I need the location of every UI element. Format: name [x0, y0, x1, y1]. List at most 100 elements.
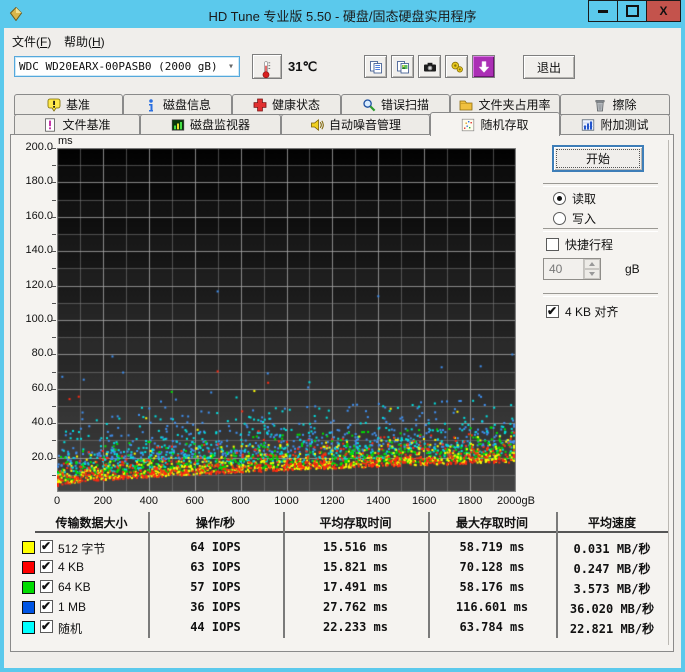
thermometer-icon	[260, 60, 274, 78]
avg-time-cell: 27.762 ms	[322, 600, 389, 614]
align-checkbox-label: 4 KB 对齐	[565, 305, 619, 319]
folder-icon	[459, 98, 473, 112]
drive-select-value: WDC WD20EARX-00PASB0 (2000 gB)	[19, 60, 218, 73]
exit-button[interactable]: 退出	[523, 55, 575, 79]
short-stroke-checkbox-box	[546, 238, 559, 251]
tab-extra-tests[interactable]: 附加测试	[560, 114, 670, 135]
y-axis-unit-label: ms	[58, 135, 73, 147]
tab-disk-monitor[interactable]: 磁盘监视器	[140, 114, 281, 135]
align-checkbox-box	[546, 304, 559, 318]
iops-cell: 63 IOPS	[190, 560, 241, 574]
max-time-cell: 63.784 ms	[459, 620, 525, 634]
tab-random-access[interactable]: 随机存取	[430, 112, 560, 136]
trash-icon	[593, 98, 607, 112]
start-button[interactable]: 开始	[552, 145, 644, 172]
tab-label: 磁盘信息	[162, 98, 211, 112]
copy-text-icon	[369, 60, 383, 74]
short-stroke-size-field	[543, 258, 601, 280]
temperature-button[interactable]	[252, 54, 282, 79]
avg-time-cell: 17.491 ms	[322, 580, 389, 594]
tab-erase[interactable]: 擦除	[560, 94, 670, 115]
legend-swatch	[22, 621, 35, 634]
screenshot-button[interactable]	[418, 55, 441, 78]
header-underline	[35, 531, 668, 533]
info-icon	[144, 98, 158, 112]
menu-file[interactable]: 文件(F)	[8, 31, 55, 52]
copy-text-button[interactable]	[364, 55, 387, 78]
align-checkbox[interactable]: 4 KB 对齐	[546, 303, 618, 320]
iops-cell: 64 IOPS	[190, 540, 241, 554]
tab-disk-info[interactable]: 磁盘信息	[123, 94, 232, 115]
window-title: HD Tune 专业版 5.50 - 硬盘/固态硬盘实用程序	[208, 9, 477, 24]
maximize-button[interactable]	[617, 0, 647, 22]
short-stroke-size-input[interactable]	[544, 259, 583, 279]
speed-cell: 0.031 MB/秒	[573, 542, 651, 556]
column-header: 传输数据大小	[55, 516, 128, 530]
copy-image-icon	[396, 60, 410, 74]
spinner-up-button[interactable]	[584, 259, 600, 269]
short-stroke-checkbox[interactable]: 快捷行程	[546, 236, 613, 253]
scatter-dots-icon	[461, 118, 475, 132]
read-radio-label: 读取	[572, 192, 597, 206]
iops-cell: 36 IOPS	[190, 600, 241, 614]
legend-swatch	[22, 601, 35, 614]
write-radio[interactable]: 写入	[553, 210, 596, 227]
spinner-down-button[interactable]	[584, 269, 600, 279]
column-header: 操作/秒	[195, 516, 236, 530]
down-arrow-icon	[589, 272, 595, 276]
max-time-cell: 58.719 ms	[459, 540, 525, 554]
tab-benchmark[interactable]: 基准	[14, 94, 123, 115]
series-checkbox[interactable]	[40, 579, 53, 593]
tab-label: 随机存取	[480, 118, 529, 132]
iops-cell: 57 IOPS	[190, 580, 241, 594]
series-checkbox[interactable]	[40, 599, 53, 613]
tab-health[interactable]: 健康状态	[232, 94, 341, 115]
tab-aam[interactable]: 自动噪音管理	[281, 114, 430, 135]
close-button[interactable]: X	[646, 0, 681, 22]
speed-cell: 22.821 MB/秒	[569, 622, 655, 636]
series-label: 随机	[58, 622, 83, 636]
iops-cell: 44 IOPS	[190, 620, 241, 634]
menu-help[interactable]: 帮助(H)	[60, 31, 109, 52]
tab-label: 基准	[65, 98, 90, 112]
tab-file-benchmark[interactable]: 文件基准	[14, 114, 140, 135]
short-stroke-unit-label: gB	[625, 262, 640, 276]
read-radio[interactable]: 读取	[553, 190, 596, 207]
camera-icon	[423, 60, 437, 74]
options-button[interactable]	[445, 55, 468, 78]
series-label: 1 MB	[58, 600, 87, 614]
column-header: 最大存取时间	[455, 516, 528, 530]
copy-image-button[interactable]	[391, 55, 414, 78]
series-label: 64 KB	[58, 580, 91, 594]
tab-label: 自动噪音管理	[328, 118, 401, 132]
update-button[interactable]	[472, 55, 495, 78]
separator	[543, 228, 658, 232]
series-checkbox[interactable]	[40, 559, 53, 573]
avg-time-cell: 22.233 ms	[322, 620, 389, 634]
exclamation-icon	[47, 98, 61, 112]
speaker-icon	[310, 118, 324, 132]
series-checkbox[interactable]	[40, 619, 53, 633]
download-arrow-icon	[477, 60, 491, 74]
drive-select[interactable]: WDC WD20EARX-00PASB0 (2000 gB) ▾	[14, 56, 240, 77]
separator	[543, 183, 658, 187]
write-radio-circle	[553, 212, 566, 225]
column-header: 平均速度	[587, 516, 636, 530]
tab-label: 擦除	[612, 98, 637, 112]
chevron-down-icon: ▾	[227, 61, 235, 72]
short-stroke-label: 快捷行程	[565, 238, 614, 252]
avg-time-cell: 15.516 ms	[322, 540, 389, 554]
tab-label: 文件基准	[62, 118, 111, 132]
series-label: 4 KB	[58, 560, 85, 574]
tab-label: 附加测试	[600, 118, 649, 132]
temperature-value: 31℃	[288, 59, 318, 74]
access-time-scatter-plot	[57, 148, 516, 492]
minimize-icon	[598, 9, 608, 13]
series-checkbox[interactable]	[40, 539, 53, 553]
series-label: 512 字节	[58, 542, 106, 556]
max-time-cell: 116.601 ms	[455, 600, 529, 614]
minimize-button[interactable]	[588, 0, 618, 22]
file-exclamation-icon	[43, 117, 57, 132]
speed-cell: 0.247 MB/秒	[573, 562, 651, 576]
tab-label: 磁盘监视器	[189, 118, 250, 132]
